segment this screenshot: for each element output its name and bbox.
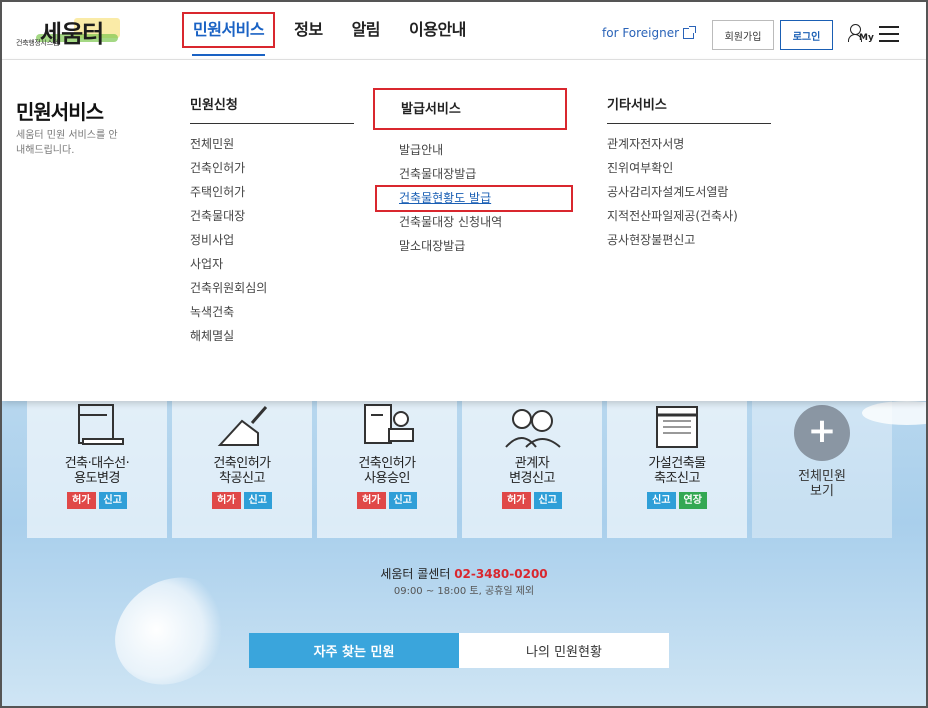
service-tag[interactable]: 허가 xyxy=(502,492,531,509)
service-card-label: 관계자 변경신고 xyxy=(509,456,555,486)
service-tag[interactable]: 허가 xyxy=(357,492,386,509)
menu-item[interactable]: 발급안내 xyxy=(399,142,563,166)
nav-guide[interactable]: 이용안내 xyxy=(399,12,476,48)
nav-info[interactable]: 정보 xyxy=(284,12,332,48)
callcenter-label: 세움터 콜센터 xyxy=(380,567,455,581)
for-foreigner-label: for Foreigner xyxy=(602,26,680,40)
plus-icon: + xyxy=(794,405,850,461)
service-card-tags: 허가 신고 xyxy=(27,492,167,509)
menu-column-title[interactable]: 민원신청 xyxy=(190,88,354,124)
highlight-box xyxy=(375,185,573,212)
menu-list: 관계자전자서명 진위여부확인 공사감리자설계도서열람 지적전산파일제공(건축사)… xyxy=(607,136,771,256)
nav-notice[interactable]: 알림 xyxy=(342,12,390,48)
tab-frequent-services[interactable]: 자주 찾는 민원 xyxy=(249,633,459,668)
callcenter-info: 세움터 콜센터 02-3480-0200 xyxy=(2,565,926,582)
service-tag[interactable]: 신고 xyxy=(647,492,676,509)
join-button[interactable]: 회원가입 xyxy=(712,20,774,50)
service-card[interactable]: 건축·대수선· 용도변경허가 신고 xyxy=(27,401,167,538)
drafting-icon xyxy=(67,403,127,449)
all-services-label: 전체민원 보기 xyxy=(798,469,846,499)
menu-column-title[interactable]: 기타서비스 xyxy=(607,88,771,124)
menu-column-title[interactable]: 발급서비스 xyxy=(373,88,567,130)
tab-my-services[interactable]: 나의 민원현황 xyxy=(459,633,669,668)
menu-item[interactable]: 공사현장불편신고 xyxy=(607,232,771,256)
header: 세움터 건축행정시스템 민원서비스 정보 알림 이용안내 for Foreign… xyxy=(2,2,926,60)
menu-item[interactable]: 진위여부확인 xyxy=(607,160,771,184)
menu-item[interactable]: 건축위원회심의 xyxy=(190,280,354,304)
service-tag[interactable]: 신고 xyxy=(98,492,127,509)
service-card[interactable]: 건축인허가 착공신고허가 신고 xyxy=(172,401,312,538)
menu-item[interactable]: 지적전산파일제공(건축사) xyxy=(607,208,771,232)
menu-item[interactable]: 전체민원 xyxy=(190,136,354,160)
my-label: My xyxy=(859,33,874,43)
service-card[interactable]: 관계자 변경신고허가 신고 xyxy=(462,401,602,538)
my-page-icon[interactable]: My xyxy=(848,24,874,46)
logo[interactable]: 세움터 건축행정시스템 xyxy=(14,12,124,50)
callcenter-hours: 09:00 ~ 18:00 토, 공휴일 제외 xyxy=(393,586,535,597)
mega-menu: 민원서비스 세움터 민원 서비스를 안내해드립니다. 민원신청 전체민원 건축인… xyxy=(2,60,926,401)
menu-item[interactable]: 주택인허가 xyxy=(190,184,354,208)
service-card-tags: 허가 신고 xyxy=(462,492,602,509)
window-frame: 건축·대수선· 용도변경 허가 신고 건축인허가 착공신고 허가 신고 건축인허가 사용승인 허가 신… xyxy=(0,0,928,708)
mega-menu-title: 민원서비스 xyxy=(16,100,104,124)
service-card[interactable]: 가설건축물 축조신고신고 연장 xyxy=(607,401,747,538)
menu-item[interactable]: 정비사업 xyxy=(190,232,354,256)
service-tag[interactable]: 신고 xyxy=(243,492,272,509)
login-button[interactable]: 로그인 xyxy=(780,20,833,50)
menu-item[interactable]: 건축물대장 xyxy=(190,208,354,232)
menu-item[interactable]: 관계자전자서명 xyxy=(607,136,771,160)
stamp-icon xyxy=(357,403,417,449)
service-tag[interactable]: 허가 xyxy=(212,492,241,509)
callcenter-number[interactable]: 02-3480-0200 xyxy=(454,567,547,581)
menu-item[interactable]: 사업자 xyxy=(190,256,354,280)
for-foreigner-link[interactable]: for Foreigner xyxy=(602,25,697,40)
nav-civil-service[interactable]: 민원서비스 xyxy=(182,12,276,56)
quick-service-cards: 건축·대수선· 용도변경 허가 신고 건축인허가 착공신고 허가 신고 건축인허가 사용승인 허가 신… xyxy=(27,401,897,538)
service-card-label: 건축·대수선· 용도변경 xyxy=(64,456,130,486)
menu-column-application: 민원신청 전체민원 건축인허가 주택인허가 건축물대장 정비사업 사업자 건축위… xyxy=(190,88,354,352)
menu-item[interactable]: 녹색건축 xyxy=(190,304,354,328)
external-link-icon xyxy=(683,25,697,39)
menu-column-other: 기타서비스 관계자전자서명 진위여부확인 공사감리자설계도서열람 지적전산파일제… xyxy=(607,88,771,256)
logo-subtitle: 건축행정시스템 xyxy=(16,39,59,47)
mega-menu-description: 세움터 민원 서비스를 안내해드립니다. xyxy=(16,130,118,156)
menu-column-issuance: 발급서비스 발급안내 건축물대장발급 건축물현황도 발급 건축물대장 신청내역 … xyxy=(373,88,573,262)
shutter-icon xyxy=(647,403,707,449)
service-card[interactable]: 건축인허가 사용승인허가 신고 xyxy=(317,401,457,538)
service-card-tags: 허가 신고 xyxy=(317,492,457,509)
menu-list: 전체민원 건축인허가 주택인허가 건축물대장 정비사업 사업자 건축위원회심의 … xyxy=(190,136,354,352)
menu-item[interactable]: 건축인허가 xyxy=(190,160,354,184)
service-tabs: 자주 찾는 민원 나의 민원현황 xyxy=(249,633,669,668)
shovel-icon xyxy=(212,403,272,449)
service-card-label: 가설건축물 축조신고 xyxy=(648,456,706,486)
all-services-card[interactable]: + 전체민원 보기 xyxy=(752,401,892,538)
main-visual: 건축·대수선· 용도변경 허가 신고 건축인허가 착공신고 허가 신고 건축인허가 사용승인 허가 신… xyxy=(2,401,926,706)
hamburger-menu-icon[interactable] xyxy=(879,26,899,42)
menu-item[interactable]: 해체멸실 xyxy=(190,328,354,352)
menu-item[interactable]: 건축물대장 신청내역 xyxy=(399,214,563,238)
main-navigation: 민원서비스 정보 알림 이용안내 xyxy=(182,12,485,56)
service-tag[interactable]: 신고 xyxy=(533,492,562,509)
service-card-tags: 허가 신고 xyxy=(172,492,312,509)
menu-item[interactable]: 공사감리자설계도서열람 xyxy=(607,184,771,208)
service-card-label: 건축인허가 착공신고 xyxy=(213,456,271,486)
people-icon xyxy=(502,403,562,449)
service-tag[interactable]: 신고 xyxy=(388,492,417,509)
service-tag[interactable]: 허가 xyxy=(67,492,96,509)
service-card-label: 건축인허가 사용승인 xyxy=(358,456,416,486)
service-tag[interactable]: 연장 xyxy=(678,492,707,509)
menu-item-building-status-drawing[interactable]: 건축물현황도 발급 xyxy=(375,185,573,214)
menu-list: 발급안내 건축물대장발급 건축물현황도 발급 건축물대장 신청내역 말소대장발급 xyxy=(375,142,573,262)
menu-item[interactable]: 말소대장발급 xyxy=(399,238,563,262)
service-card-tags: 신고 연장 xyxy=(607,492,747,509)
